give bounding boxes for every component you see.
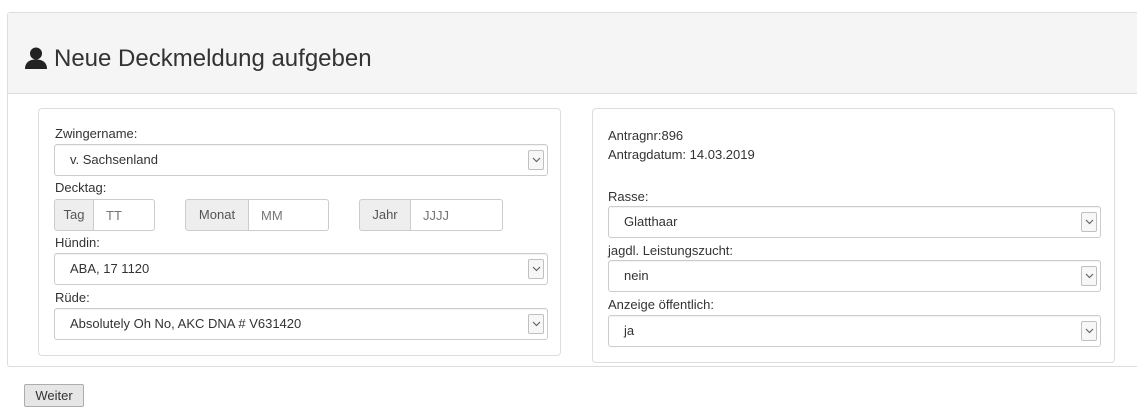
ruede-select[interactable]: Absolutely Oh No, AKC DNA # V631420 — [54, 308, 548, 340]
page-title: Neue Deckmeldung aufgeben — [54, 45, 372, 72]
ruede-value: Absolutely Oh No, AKC DNA # V631420 — [70, 316, 302, 331]
rasse-value: Glatthaar — [624, 214, 678, 229]
zwingername-select[interactable]: v. Sachsenland — [54, 144, 548, 176]
application-details-card: Antragnr:896 Antragdatum: 14.03.2019 Ras… — [592, 108, 1115, 363]
antragnr-text: Antragnr:896 — [608, 128, 684, 143]
huendin-select[interactable]: ABA, 17 1120 — [54, 253, 548, 285]
huendin-label: Hündin: — [55, 235, 100, 250]
jahr-input-group: Jahr — [359, 199, 503, 231]
anzeige-value: ja — [624, 323, 635, 338]
leistungszucht-value: nein — [624, 268, 649, 283]
leistungszucht-select[interactable]: nein — [608, 260, 1101, 292]
tag-addon: Tag — [54, 199, 94, 231]
chevron-down-icon — [528, 314, 544, 334]
ruede-label: Rüde: — [55, 290, 90, 305]
monat-input[interactable] — [249, 199, 329, 231]
chevron-down-icon — [528, 259, 544, 279]
monat-input-group: Monat — [185, 199, 329, 231]
panel-heading: Neue Deckmeldung aufgeben — [8, 13, 1137, 94]
anzeige-select[interactable]: ja — [608, 315, 1101, 347]
tag-input[interactable] — [94, 199, 155, 231]
rasse-label: Rasse: — [608, 189, 649, 204]
monat-addon: Monat — [185, 199, 249, 231]
chevron-down-icon — [1081, 266, 1097, 286]
tag-input-group: Tag — [54, 199, 155, 231]
zwingername-value: v. Sachsenland — [70, 152, 158, 167]
kennel-mating-card: Zwingername: v. Sachsenland Decktag: Tag… — [38, 108, 561, 356]
jahr-addon: Jahr — [359, 199, 411, 231]
jahr-input[interactable] — [411, 199, 503, 231]
anzeige-label: Anzeige öffentlich: — [608, 297, 714, 312]
weiter-button[interactable]: Weiter — [24, 384, 84, 407]
decktag-label: Decktag: — [55, 180, 107, 195]
leistungszucht-label: jagdl. Leistungszucht: — [608, 243, 734, 258]
chevron-down-icon — [1081, 212, 1097, 232]
zwingername-label: Zwingername: — [55, 126, 138, 141]
chevron-down-icon — [528, 150, 544, 170]
rasse-select[interactable]: Glatthaar — [608, 206, 1101, 238]
user-icon — [25, 47, 47, 69]
antragdatum-text: Antragdatum: 14.03.2019 — [608, 147, 755, 162]
huendin-value: ABA, 17 1120 — [70, 261, 150, 276]
chevron-down-icon — [1081, 321, 1097, 341]
